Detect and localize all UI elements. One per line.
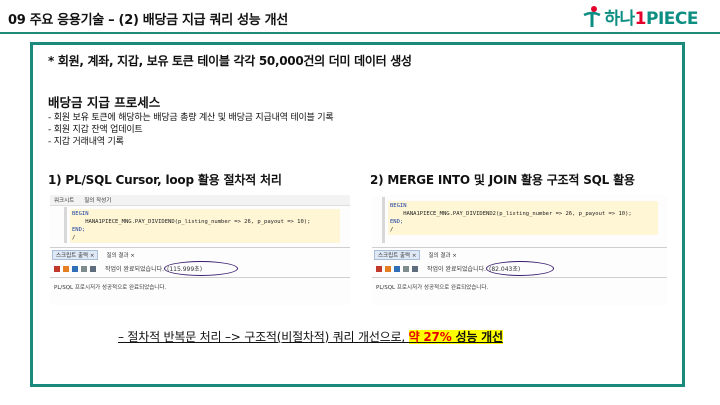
- tab-query-result[interactable]: 질의 결과 ×: [106, 251, 134, 259]
- procedure-status: PL/SQL 프로시저가 성공적으로 완료되었습니다.: [376, 285, 489, 291]
- logo-prefix: 하나: [604, 9, 635, 29]
- page-title: 09 주요 응용기술 – (2) 배당금 지급 쿼리 성능 개선: [8, 13, 288, 28]
- tab-query-builder[interactable]: 질의 작성기: [84, 196, 111, 204]
- tab-query-result[interactable]: 질의 결과 ×: [428, 251, 456, 259]
- print-icon[interactable]: [81, 265, 87, 272]
- eraser-icon[interactable]: [385, 265, 391, 272]
- conclusion-text: – 절차적 반복문 처리 –> 구조적(비절차적) 쿼리 개선으로,: [118, 330, 409, 344]
- pin-icon[interactable]: [376, 265, 382, 272]
- task-status: 작업이 완료되었습니다.: [427, 266, 487, 273]
- hana-logo-icon: [582, 5, 602, 29]
- worksheet-tabbar: 워크시트 질의 작성기: [50, 195, 350, 206]
- logo-number: 1: [634, 9, 647, 29]
- improvement-percent: 약 27%: [408, 330, 452, 344]
- save-icon[interactable]: [72, 265, 78, 272]
- right-method-title: 2) MERGE INTO 및 JOIN 활용 구조적 SQL 활용: [370, 173, 635, 187]
- right-screenshot: BEGIN HANA1PIECE_MNG.PAY_DIVIDEND2(p_lis…: [372, 195, 667, 305]
- print-icon[interactable]: [403, 265, 409, 272]
- header-divider: [0, 32, 720, 34]
- tab-worksheet[interactable]: 워크시트: [54, 196, 74, 204]
- process-title: 배당금 지급 프로세스: [48, 95, 161, 110]
- eraser-icon[interactable]: [63, 265, 69, 272]
- open-icon[interactable]: [412, 265, 418, 272]
- task-status: 작업이 완료되었습니다.: [105, 266, 165, 273]
- elapsed-time-highlight: [164, 261, 238, 276]
- logo-suffix: PIECE: [646, 9, 699, 29]
- open-icon[interactable]: [90, 265, 96, 272]
- pin-icon[interactable]: [54, 265, 60, 272]
- save-icon[interactable]: [394, 265, 400, 272]
- conclusion: – 절차적 반복문 처리 –> 구조적(비절차적) 쿼리 개선으로, 약 27%…: [118, 328, 503, 345]
- tab-script-output[interactable]: 스크립트 출력 ×: [374, 250, 421, 260]
- elapsed-time-highlight: [486, 261, 554, 276]
- process-step: - 지갑 거래내역 기록: [48, 137, 124, 147]
- left-screenshot: 워크시트 질의 작성기 BEGIN HANA1PIECE_MNG.PAY_DIV…: [50, 195, 350, 305]
- code-editor[interactable]: BEGIN HANA1PIECE_MNG.PAY_DIVIDEND2(p_lis…: [390, 202, 632, 234]
- code-editor[interactable]: BEGIN HANA1PIECE_MNG.PAY_DIVIDEND(p_list…: [72, 210, 310, 242]
- intro-text: * 회원, 계좌, 지갑, 보유 토큰 테이블 각각 50,000건의 더미 데…: [48, 54, 412, 68]
- tab-script-output[interactable]: 스크립트 출력 ×: [52, 250, 99, 260]
- left-method-title: 1) PL/SQL Cursor, loop 활용 절차적 처리: [48, 173, 282, 187]
- procedure-status: PL/SQL 프로시저가 성공적으로 완료되었습니다.: [54, 285, 167, 291]
- improvement-label: 성능 개선: [451, 330, 504, 344]
- hana1piece-logo: 하나1PIECE: [582, 4, 699, 29]
